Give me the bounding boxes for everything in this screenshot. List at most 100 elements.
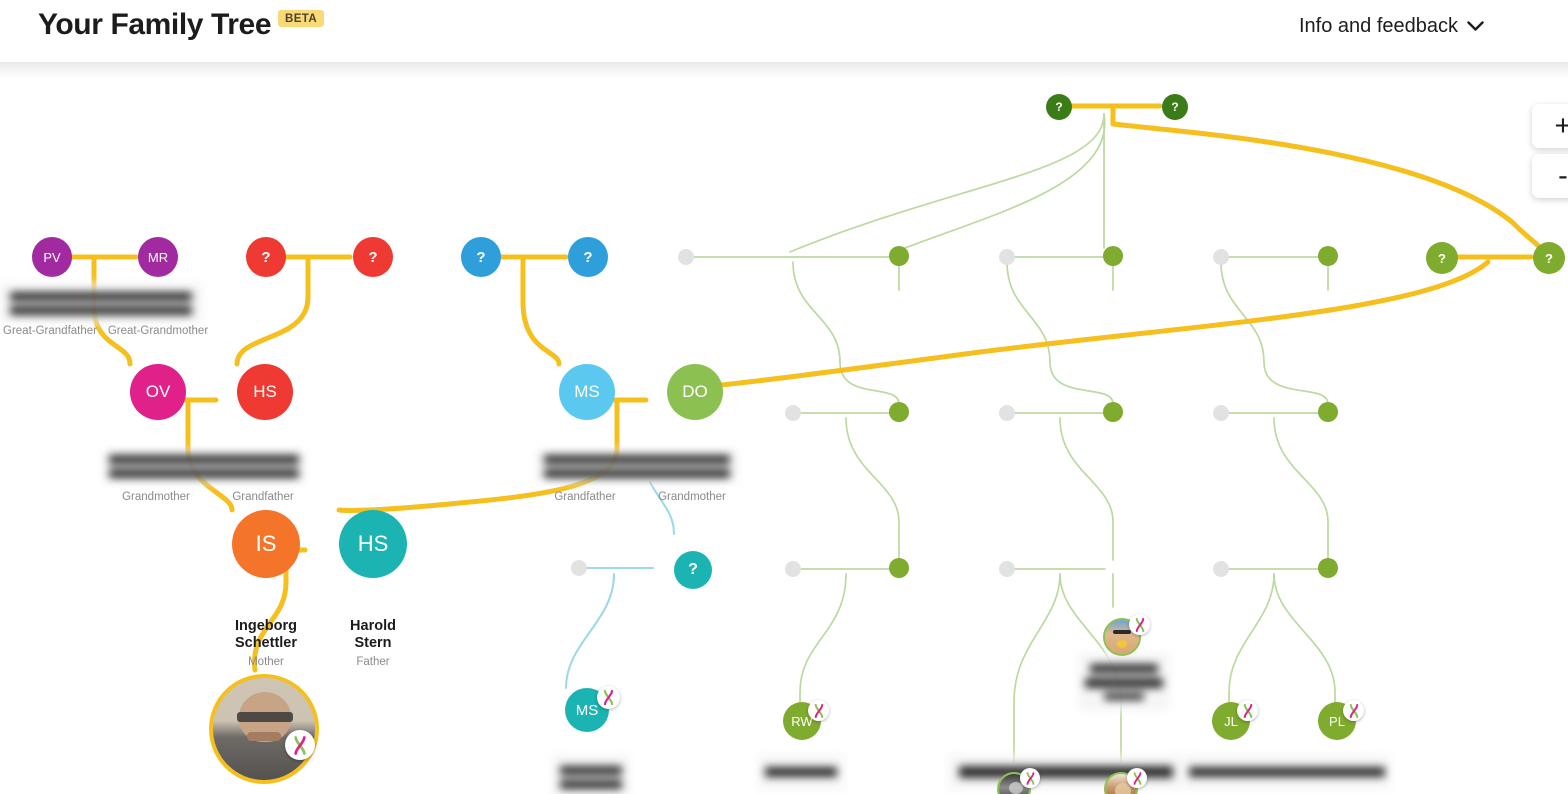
collapsed-relative-dot[interactable]: [1103, 402, 1123, 422]
chromosome-icon: [1026, 771, 1034, 785]
collapsed-relative-dot[interactable]: [1103, 246, 1123, 266]
node-unknown-great-grandmother-blue[interactable]: ?: [568, 237, 608, 277]
node-initials: ?: [1171, 100, 1179, 114]
dna-chromosome-badge: [808, 700, 829, 721]
collapsed-relative-dot[interactable]: [889, 246, 909, 266]
node-initials: ?: [476, 248, 486, 266]
redacted-name-plate: [536, 449, 738, 483]
zoom-in-button[interactable]: +: [1532, 104, 1568, 148]
node-initials: ?: [583, 248, 593, 266]
node-initials: HS: [253, 382, 277, 401]
dna-chromosome-badge: [1237, 700, 1258, 721]
node-great-grandfather-pv[interactable]: PV: [32, 237, 72, 277]
node-unknown-ancestor-darkgreen-2[interactable]: ?: [1162, 94, 1188, 120]
info-and-feedback-label: Info and feedback: [1298, 15, 1458, 37]
collapsed-relative-dot[interactable]: [999, 561, 1015, 577]
collapsed-relative-dot[interactable]: [889, 558, 909, 578]
node-great-grandmother-mr[interactable]: MR: [138, 237, 178, 277]
avatar-self[interactable]: [209, 674, 319, 784]
dna-chromosome-badge: [285, 730, 315, 760]
node-grandfather-ms[interactable]: MS: [559, 364, 615, 420]
dna-chromosome-badge: [1343, 700, 1364, 721]
node-unknown-great-grandfather-red[interactable]: ?: [246, 237, 286, 277]
collapsed-relative-dot[interactable]: [1318, 402, 1338, 422]
node-unknown-great-grandfather-blue[interactable]: ?: [461, 237, 501, 277]
dna-chromosome-badge: [1127, 768, 1147, 788]
name-label-mother: Ingeborg Schettler: [234, 618, 298, 651]
node-mother-is[interactable]: IS: [232, 510, 300, 578]
dna-chromosome-badge: [1129, 614, 1150, 635]
dna-chromosome-badge: [1020, 768, 1040, 788]
beta-badge: BETA: [278, 10, 325, 27]
role-label-great-grandfather: Great-Grandfather: [3, 325, 97, 337]
node-initials: MS: [574, 382, 600, 401]
node-grandfather-hs[interactable]: HS: [237, 364, 293, 420]
node-initials: MR: [147, 249, 169, 265]
node-initials: ?: [368, 248, 378, 266]
chromosome-icon: [1135, 617, 1144, 632]
collapsed-relative-dot[interactable]: [1318, 246, 1338, 266]
redacted-name-plate: [948, 755, 1184, 789]
role-label-grandmother: Grandmother: [122, 491, 190, 503]
collapsed-relative-dot[interactable]: [1318, 558, 1338, 578]
node-initials: JL: [1224, 713, 1238, 729]
node-grandmother-do[interactable]: DO: [667, 364, 723, 420]
node-initials: ?: [1545, 250, 1553, 266]
collapsed-relative-dot[interactable]: [571, 560, 587, 576]
redacted-name-plate: [1184, 755, 1390, 789]
chromosome-icon: [1243, 703, 1252, 718]
name-label-father: Harold Stern: [350, 618, 396, 651]
node-initials: MS: [575, 701, 599, 719]
chromosome-icon: [1349, 703, 1358, 718]
node-father-hs[interactable]: HS: [339, 510, 407, 578]
chromosome-icon: [294, 735, 306, 755]
collapsed-relative-dot[interactable]: [999, 249, 1015, 265]
header-divider-shadow: [0, 62, 1568, 78]
info-and-feedback-menu[interactable]: Info and feedback: [1299, 15, 1484, 38]
node-unknown-ancestor-green-1[interactable]: ?: [1426, 242, 1458, 274]
self-photo: [213, 678, 315, 780]
role-label-great-grandmother: Great-Grandmother: [107, 325, 209, 337]
node-initials: ?: [261, 248, 271, 266]
role-label-grandfather: Grandfather: [232, 491, 294, 503]
collapsed-relative-dot[interactable]: [1213, 561, 1229, 577]
collapsed-relative-dot[interactable]: [678, 249, 694, 265]
node-initials: PL: [1329, 713, 1345, 729]
family-tree-canvas[interactable]: PV MR ? ? ? ? ? ? ? ? OV HS MS DO IS HS: [0, 62, 1568, 794]
role-label-mother: Mother: [248, 656, 284, 668]
collapsed-relative-dot[interactable]: [785, 561, 801, 577]
node-unknown-ancestor-green-2[interactable]: ?: [1533, 242, 1565, 274]
dna-chromosome-badge: [597, 686, 620, 709]
node-initials: OV: [145, 382, 171, 401]
node-initials: ?: [1438, 250, 1446, 266]
chromosome-icon: [603, 690, 614, 705]
role-label-father: Father: [356, 656, 390, 668]
role-label-grandmother-maternal: Grandmother: [658, 491, 726, 503]
node-unknown-great-grandmother-red[interactable]: ?: [353, 237, 393, 277]
node-initials: DO: [682, 382, 708, 401]
collapsed-relative-dot[interactable]: [785, 405, 801, 421]
node-unknown-aunt-teal[interactable]: ?: [674, 551, 712, 589]
collapsed-relative-dot[interactable]: [889, 402, 909, 422]
redacted-name-plate: [552, 755, 630, 794]
node-grandmother-ov[interactable]: OV: [130, 364, 186, 420]
redacted-name-plate: [0, 283, 202, 323]
node-initials: IS: [255, 531, 277, 556]
redacted-name-plate: [1078, 653, 1170, 711]
chevron-down-icon: [1467, 21, 1484, 32]
node-unknown-ancestor-darkgreen-1[interactable]: ?: [1046, 94, 1072, 120]
app-header: Your Family Tree BETA Info and feedback: [0, 0, 1568, 62]
zoom-out-button[interactable]: -: [1532, 154, 1568, 198]
collapsed-relative-dot[interactable]: [999, 405, 1015, 421]
role-label-grandfather-maternal: Grandfather: [554, 491, 616, 503]
chromosome-icon: [814, 703, 823, 718]
node-initials: ?: [1055, 100, 1063, 114]
page-title: Your Family Tree: [38, 8, 272, 41]
chromosome-icon: [1133, 771, 1141, 785]
redacted-name-plate: [758, 755, 844, 789]
collapsed-relative-dot[interactable]: [1213, 249, 1229, 265]
node-initials: PV: [43, 249, 61, 265]
node-initials: ?: [688, 561, 698, 578]
node-initials: HS: [357, 531, 389, 556]
collapsed-relative-dot[interactable]: [1213, 405, 1229, 421]
